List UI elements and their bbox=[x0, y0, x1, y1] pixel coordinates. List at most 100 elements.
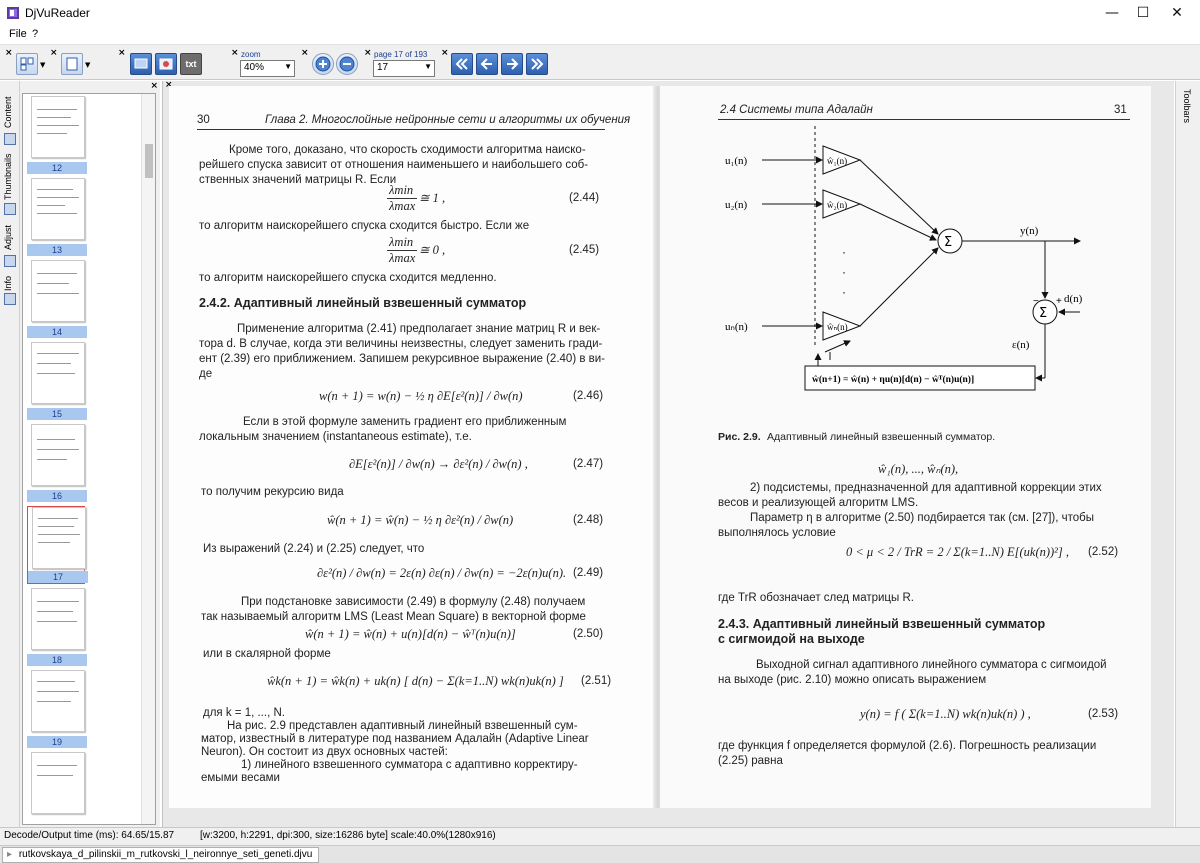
tab-content[interactable]: Content bbox=[3, 95, 17, 129]
toolbars-tab[interactable]: Toolbars bbox=[1182, 89, 1192, 123]
adjust-icon[interactable] bbox=[4, 255, 16, 267]
text-line: Из выражений (2.24) и (2.25) следует, чт… bbox=[203, 543, 425, 555]
equation-2-47: ∂E[ε²(n)] / ∂w(n) → ∂ε²(n) / ∂w(n) , bbox=[349, 457, 528, 471]
content-icon[interactable] bbox=[4, 133, 16, 145]
double-chevron-left-icon bbox=[455, 58, 468, 70]
layout-dropdown-arrow-icon[interactable]: ▼ bbox=[40, 61, 45, 69]
equation-2-48: ŵ(n + 1) = ŵ(n) − ½ η ∂ε²(n) / ∂w(n) bbox=[327, 513, 514, 527]
zoom-in-icon bbox=[315, 56, 331, 72]
tab-thumbnails[interactable]: Thumbnails bbox=[3, 153, 17, 201]
toolbar-close-icon[interactable]: × bbox=[364, 48, 372, 58]
toolbar-close-icon[interactable]: × bbox=[118, 48, 126, 58]
text-line: то алгоритм наискорейшего спуска сходитс… bbox=[199, 220, 530, 232]
thumbnail-page[interactable]: 16 bbox=[27, 424, 87, 502]
previous-page-button[interactable] bbox=[476, 53, 498, 75]
eq-2-48-number: (2.48) bbox=[573, 514, 604, 526]
view-text-button[interactable]: txt bbox=[180, 53, 202, 75]
layout-button[interactable] bbox=[16, 53, 38, 75]
tab-info[interactable]: Info bbox=[3, 273, 17, 293]
document-viewer[interactable]: × 30 Глава 2. Многослойные нейронные сет… bbox=[162, 80, 1174, 827]
text-line: На рис. 2.9 представлен адаптивный линей… bbox=[227, 720, 578, 732]
text-line: рейшего спуска зависит от отношения наим… bbox=[199, 159, 589, 171]
thumbnail-page-current[interactable]: 17 bbox=[27, 506, 88, 584]
toolbar: × ▼ × ▼ × txt × zoom 40% ▼ × × page 17 o… bbox=[0, 44, 1200, 80]
zoom-value: 40% bbox=[244, 62, 265, 73]
thumbnail-image bbox=[31, 670, 85, 732]
first-page-button[interactable] bbox=[451, 53, 473, 75]
page-select[interactable]: 17 ▼ bbox=[373, 60, 435, 77]
lms-update-rule: ŵ(n+1) = ŵ(n) + ηu(n)[d(n) − ŵᵀ(n)u(n)] bbox=[812, 374, 974, 385]
text-line: де bbox=[199, 368, 213, 380]
output-label: y(n) bbox=[1020, 225, 1039, 237]
text-line: локальным значением (instantaneous estim… bbox=[199, 431, 472, 443]
thumbnail-image bbox=[31, 588, 85, 650]
toolbar-close-icon[interactable]: × bbox=[50, 48, 58, 58]
next-page-button[interactable] bbox=[501, 53, 523, 75]
menu-bar: File ? bbox=[0, 26, 1200, 44]
thumbnail-page[interactable]: 19 bbox=[27, 670, 87, 748]
equation-2-50: ŵ(n + 1) = ŵ(n) + u(n)[d(n) − ŵᵀ(n)u(n)] bbox=[305, 627, 516, 641]
thumbnails-close-icon[interactable]: × bbox=[150, 81, 158, 91]
page-right: 2.4 Системы типа Адалайн 31 u₁(n) u₂(n) … bbox=[660, 86, 1151, 808]
thumbnail-image bbox=[31, 178, 85, 240]
chevron-down-icon: ▼ bbox=[424, 62, 432, 71]
text-line: 1) линейного взвешенного сумматора с ада… bbox=[241, 759, 578, 771]
text-line: Применение алгоритма (2.41) предполагает… bbox=[237, 323, 601, 335]
thumbnail-image bbox=[31, 260, 85, 322]
view-image-button[interactable] bbox=[130, 53, 152, 75]
zoom-out-button[interactable] bbox=[336, 53, 358, 75]
minus-sign: − bbox=[1033, 296, 1039, 307]
equation-2-53: y(n) = f ( Σ(k=1..N) wk(n)uk(n) ) , bbox=[860, 707, 1031, 721]
toolbar-close-icon[interactable]: × bbox=[441, 48, 449, 58]
text-line: Neuron). Он состоит из двух основных час… bbox=[201, 746, 448, 758]
menu-file[interactable]: File bbox=[9, 28, 27, 40]
zoom-select[interactable]: 40% ▼ bbox=[240, 60, 295, 77]
text-line: (2.25) равна bbox=[718, 755, 783, 767]
equation-2-51: ŵk(n + 1) = ŵk(n) + uk(n) [ d(n) − Σ(k=1… bbox=[267, 674, 564, 688]
toolbars-strip: Toolbars bbox=[1175, 81, 1200, 827]
thumbnail-image bbox=[32, 507, 86, 569]
text-line: так называемый алгоритм LMS (Least Mean … bbox=[201, 611, 586, 623]
toolbar-close-icon[interactable]: × bbox=[231, 48, 239, 58]
thumbnails-icon[interactable] bbox=[4, 203, 16, 215]
summing-node-label: Σ bbox=[944, 235, 952, 250]
scrollbar-thumb[interactable] bbox=[145, 144, 153, 178]
zoom-in-button[interactable] bbox=[312, 53, 334, 75]
close-window-button[interactable]: ✕ bbox=[1155, 0, 1199, 26]
document-tab[interactable]: ▸ rutkovskaya_d_pilinskii_m_rutkovski_l_… bbox=[2, 847, 320, 863]
figure-caption-label: Рис. 2.9. bbox=[718, 431, 761, 444]
single-page-button[interactable] bbox=[61, 53, 83, 75]
thumbnail-page[interactable] bbox=[27, 752, 85, 824]
text-line: где TrR обозначает след матрицы R. bbox=[718, 592, 914, 604]
thumbnail-image bbox=[31, 342, 85, 404]
page-value: 17 bbox=[377, 62, 389, 73]
eq-2-44-denominator: λmax bbox=[389, 199, 416, 213]
menu-help[interactable]: ? bbox=[32, 28, 38, 40]
eq-2-53-number: (2.53) bbox=[1088, 708, 1119, 720]
equation-2-46: w(n + 1) = w(n) − ½ η ∂E[ε²(n)] / ∂w(n) bbox=[319, 389, 523, 403]
last-page-button[interactable] bbox=[526, 53, 548, 75]
arrow-left-icon bbox=[480, 58, 492, 70]
thumbnail-number: 17 bbox=[28, 571, 88, 583]
text-line: Кроме того, доказано, что скорость сходи… bbox=[229, 144, 586, 156]
thumbnail-number: 16 bbox=[27, 490, 87, 502]
view-picture-button[interactable] bbox=[155, 53, 177, 75]
thumbnail-page[interactable]: 15 bbox=[27, 342, 87, 420]
tab-adjust[interactable]: Adjust bbox=[3, 221, 17, 253]
thumbnail-page[interactable]: 14 bbox=[27, 260, 87, 338]
page-mode-dropdown-arrow-icon[interactable]: ▼ bbox=[85, 61, 90, 69]
toolbar-close-icon[interactable]: × bbox=[301, 48, 309, 58]
eq-2-51-number: (2.51) bbox=[581, 675, 612, 687]
info-icon[interactable] bbox=[4, 293, 16, 305]
eq-2-52-number: (2.52) bbox=[1088, 546, 1119, 558]
toolbar-close-icon[interactable]: × bbox=[5, 48, 13, 58]
text-line: Выходной сигнал адаптивного линейного су… bbox=[756, 659, 1107, 671]
thumbnails-scrollbar[interactable] bbox=[141, 94, 155, 824]
thumbnail-page[interactable]: 13 bbox=[27, 178, 87, 256]
zoom-label: zoom bbox=[241, 50, 261, 59]
figure-caption: Адаптивный линейный взвешенный сумматор. bbox=[767, 431, 996, 443]
arrow-right-icon bbox=[507, 58, 519, 70]
thumbnail-page[interactable]: 12 bbox=[27, 96, 87, 174]
thumbnail-page[interactable]: 18 bbox=[27, 588, 87, 666]
zoom-out-icon bbox=[339, 56, 355, 72]
